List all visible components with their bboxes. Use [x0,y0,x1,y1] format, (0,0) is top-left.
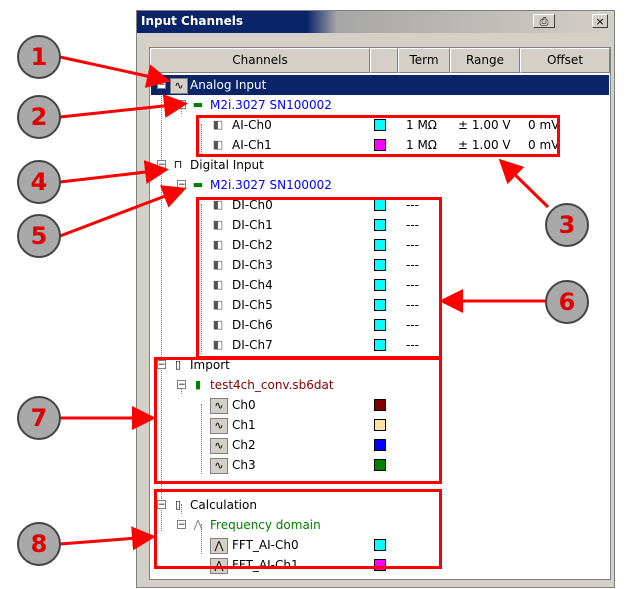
annotation-marker-8: 8 [17,522,61,566]
arrow-3 [498,158,550,209]
arrow-8 [59,526,156,551]
arrow-4 [59,160,169,185]
annotation-marker-6: 6 [545,280,589,324]
annotation-marker-7: 7 [17,396,61,440]
arrow-2 [59,93,188,119]
annotation-marker-2: 2 [17,95,61,139]
annotation-marker-3: 3 [545,203,589,247]
annotation-marker-1: 1 [17,35,61,79]
arrow-1 [59,55,171,88]
annotation-marker-5: 5 [17,214,61,258]
arrow-5 [59,185,187,238]
annotation-marker-4: 4 [17,160,61,204]
annotation-arrows [59,55,550,551]
